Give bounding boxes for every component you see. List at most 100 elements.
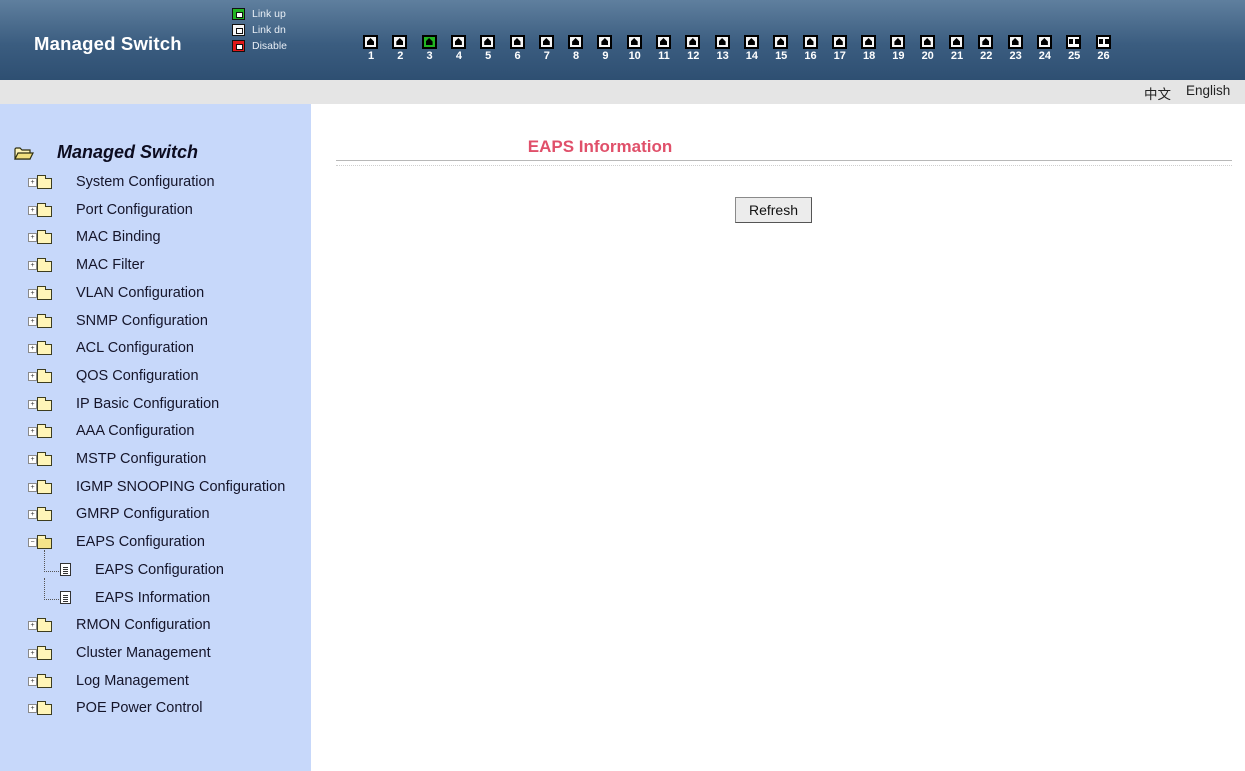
sidebar-item[interactable]: + ACL Configuration: [0, 340, 311, 362]
port-7[interactable]: [538, 35, 556, 51]
folder-icon: [37, 701, 52, 716]
port-number: 8: [573, 50, 580, 62]
port-18[interactable]: [861, 35, 878, 51]
port-number: 7: [543, 50, 550, 62]
port-19[interactable]: [890, 35, 907, 51]
expand-icon[interactable]: +: [28, 427, 37, 437]
port-14[interactable]: [743, 35, 761, 51]
sidebar-item[interactable]: + Port Configuration: [0, 202, 311, 224]
expand-icon[interactable]: +: [28, 482, 37, 492]
tree-root-label[interactable]: Managed Switch: [57, 142, 198, 163]
port-16[interactable]: [802, 35, 820, 51]
collapse-icon[interactable]: −: [28, 538, 37, 548]
sfp-port-icon: [1095, 35, 1111, 49]
port-20[interactable]: [919, 35, 937, 51]
sidebar-item[interactable]: + Cluster Management: [0, 645, 311, 667]
expand-icon[interactable]: +: [28, 648, 37, 658]
expand-icon[interactable]: +: [28, 676, 37, 686]
sidebar-item[interactable]: + QOS Configuration: [0, 368, 311, 390]
folder-icon: [37, 645, 52, 660]
ethernet-port-icon: [363, 35, 378, 49]
expand-icon[interactable]: +: [28, 399, 37, 409]
port-26[interactable]: [1095, 35, 1113, 51]
ethernet-port-icon: [890, 35, 906, 49]
app-title: Managed Switch: [34, 33, 182, 54]
expand-icon[interactable]: +: [28, 233, 37, 243]
port-8[interactable]: [568, 35, 585, 51]
expand-icon[interactable]: +: [28, 704, 37, 714]
expand-icon[interactable]: +: [28, 205, 37, 215]
refresh-button[interactable]: Refresh: [735, 197, 812, 223]
ethernet-port-icon: [861, 35, 877, 49]
port-21[interactable]: [949, 35, 966, 51]
expand-icon[interactable]: +: [28, 178, 37, 187]
ethernet-port-icon: [597, 35, 613, 49]
expand-icon[interactable]: +: [28, 344, 37, 354]
sidebar-item[interactable]: + MAC Binding: [0, 229, 311, 251]
port-number: 21: [950, 50, 964, 62]
sidebar-item[interactable]: + IP Basic Configuration: [0, 396, 311, 418]
port-24[interactable]: [1036, 35, 1054, 51]
language-chinese-link[interactable]: 中文: [1144, 83, 1171, 103]
port-6[interactable]: [509, 35, 527, 51]
sidebar-item[interactable]: + IGMP SNOOPING Configuration: [0, 479, 311, 501]
ethernet-port-icon: [392, 35, 408, 49]
expand-icon[interactable]: +: [28, 288, 37, 298]
sidebar-item[interactable]: + MAC Filter: [0, 257, 311, 279]
port-number: 2: [397, 50, 404, 62]
expand-icon[interactable]: +: [28, 261, 37, 271]
document-icon: [60, 562, 71, 576]
ethernet-port-icon: [685, 35, 701, 49]
sidebar-item[interactable]: + RMON Configuration: [0, 617, 311, 639]
sidebar-item[interactable]: + System Configuration: [0, 174, 311, 196]
sidebar-nav-tree: Managed Switch + System Configuration + Por…: [0, 104, 311, 771]
sidebar-item[interactable]: + POE Power Control: [0, 700, 311, 722]
sidebar-subitem-label: EAPS Configuration: [95, 561, 224, 578]
sidebar-item-label: MAC Filter: [76, 257, 145, 274]
port-11[interactable]: [656, 35, 673, 51]
expand-icon[interactable]: +: [28, 455, 37, 464]
port-12[interactable]: [685, 35, 702, 51]
port-9[interactable]: [597, 35, 614, 51]
sidebar-item[interactable]: + SNMP Configuration: [0, 313, 311, 335]
expand-icon[interactable]: +: [28, 371, 37, 381]
port-5[interactable]: [480, 35, 497, 51]
folder-icon: [37, 258, 52, 273]
port-22[interactable]: [978, 35, 995, 51]
port-25[interactable]: [1066, 35, 1083, 51]
expand-icon[interactable]: +: [28, 316, 37, 326]
port-13[interactable]: [714, 35, 732, 51]
sidebar-item-label: ACL Configuration: [76, 340, 194, 357]
expand-icon[interactable]: +: [28, 621, 37, 631]
folder-icon: [37, 396, 52, 411]
sidebar-item[interactable]: + VLAN Configuration: [0, 285, 311, 307]
port-number: 5: [485, 50, 492, 62]
ethernet-port-icon: [480, 35, 496, 49]
port-2[interactable]: [392, 35, 409, 51]
port-1[interactable]: [363, 35, 380, 51]
sidebar-item[interactable]: + AAA Configuration: [0, 423, 311, 445]
sidebar-subitem[interactable]: EAPS Information: [0, 577, 311, 612]
port-4[interactable]: [450, 35, 468, 51]
port-number: 6: [514, 50, 521, 62]
port-number: 11: [658, 50, 670, 62]
ethernet-port-icon: [450, 35, 466, 49]
port-number: 15: [775, 50, 788, 62]
port-3[interactable]: [421, 35, 439, 51]
port-17[interactable]: [831, 35, 849, 51]
language-english-link[interactable]: English: [1186, 83, 1230, 98]
folder-icon: [37, 341, 52, 356]
sidebar-item[interactable]: + GMRP Configuration: [0, 506, 311, 528]
port-number: 17: [833, 50, 846, 62]
sidebar-item[interactable]: + Log Management: [0, 673, 311, 695]
port-10[interactable]: [626, 35, 644, 51]
port-number: 20: [921, 50, 934, 62]
ethernet-port-icon: [831, 35, 847, 49]
language-bar: 中文 English: [0, 80, 1245, 104]
port-23[interactable]: [1007, 35, 1025, 51]
expand-icon[interactable]: +: [28, 510, 37, 520]
sidebar-item-label: Log Management: [76, 672, 189, 689]
sidebar-item[interactable]: + MSTP Configuration: [0, 451, 311, 473]
port-15[interactable]: [773, 35, 790, 51]
ethernet-port-icon: [538, 35, 554, 49]
